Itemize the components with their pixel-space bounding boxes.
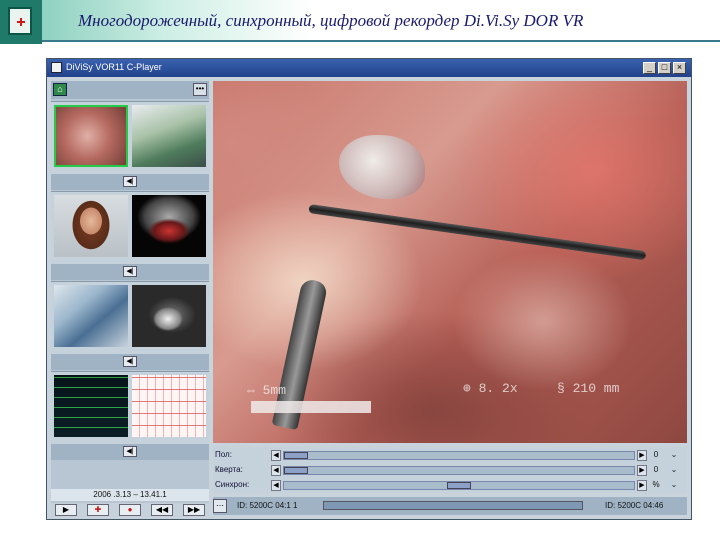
row-value: % bbox=[652, 480, 660, 489]
x-ray-thumbnail[interactable] bbox=[132, 285, 206, 347]
app-icon bbox=[51, 62, 62, 73]
timeline-row-3: Синхрон: ◀ ▶ % ⌄ bbox=[213, 479, 687, 492]
red-cross-icon bbox=[17, 18, 25, 26]
audio-speaker-icon[interactable]: ◀| bbox=[123, 356, 137, 367]
row-value: 0 bbox=[653, 450, 659, 459]
audio-speaker-icon[interactable]: ◀| bbox=[123, 176, 137, 187]
timeline-track[interactable] bbox=[283, 466, 635, 475]
close-button[interactable]: × bbox=[673, 62, 686, 74]
thumbnail-panel: ⌂ ••• ◀| ◀| ◀| ◀| 2006 .3.13 – 13.41.1 ▶… bbox=[51, 81, 209, 517]
focal-overlay: § 210 mm bbox=[557, 381, 620, 396]
group-controls: ◀| bbox=[51, 444, 209, 460]
ultrasound-thumbnail[interactable] bbox=[132, 195, 206, 257]
right-arrow-icon[interactable]: ▶ bbox=[637, 450, 647, 461]
ecg-chart-thumbnail[interactable] bbox=[132, 375, 206, 437]
operating-room-thumbnail[interactable] bbox=[132, 105, 206, 167]
status-bar: ⋯ ID: 5200C 04:1 1 ID: 5200C 04:46 bbox=[213, 497, 687, 515]
slide-title: Многодорожечный, синхронный, цифровой ре… bbox=[78, 11, 584, 30]
playback-toolbar: ▶ ✚ ● ◀◀ ▶▶ bbox=[51, 503, 209, 517]
row-value: 0 bbox=[653, 465, 659, 474]
left-arrow-icon[interactable]: ◀ bbox=[271, 465, 281, 476]
main-video-view[interactable]: ⇔ 5mm ⊕ 8. 2x § 210 mm bbox=[213, 81, 687, 443]
timeline-controls: Пол: ◀ ▶ 0 ⌄ Кверта: ◀ ▶ 0 ⌄ Синхрон: ◀ … bbox=[213, 447, 687, 493]
add-marker-button[interactable]: ✚ bbox=[87, 504, 109, 516]
track-thumb[interactable] bbox=[284, 467, 308, 474]
presenter-portrait-thumbnail[interactable] bbox=[54, 195, 128, 257]
timeline-track[interactable] bbox=[283, 451, 635, 460]
surgical-probe bbox=[308, 204, 647, 261]
group-controls: ◀| bbox=[51, 354, 209, 370]
header-divider bbox=[42, 40, 720, 42]
more-options-icon[interactable]: ••• bbox=[193, 83, 207, 96]
home-icon[interactable]: ⌂ bbox=[53, 83, 67, 96]
left-arrow-icon[interactable]: ◀ bbox=[271, 480, 281, 491]
distance-overlay: ⇔ 5mm bbox=[247, 383, 287, 398]
track-thumb[interactable] bbox=[284, 452, 308, 459]
left-arrow-icon[interactable]: ◀ bbox=[271, 450, 281, 461]
window-titlebar[interactable]: DiViSy VOR11 C-Player _ □ × bbox=[47, 59, 691, 77]
right-arrow-icon[interactable]: ▶ bbox=[637, 480, 647, 491]
chevron-down-icon[interactable]: ⌄ bbox=[667, 465, 681, 476]
timeline-row-2: Кверта: ◀ ▶ 0 ⌄ bbox=[213, 464, 687, 477]
group-controls: ◀| bbox=[51, 174, 209, 190]
zoom-overlay: ⊕ 8. 2x bbox=[463, 381, 518, 396]
camera-group-4: ◀| bbox=[51, 371, 209, 460]
player-window: DiViSy VOR11 C-Player _ □ × ⌂ ••• ◀| ◀| … bbox=[46, 58, 692, 520]
camera-group-3: ◀| bbox=[51, 281, 209, 370]
recording-timestamp: 2006 .3.13 – 13.41.1 bbox=[51, 489, 209, 501]
logo bbox=[0, 0, 42, 44]
fast-forward-button[interactable]: ▶▶ bbox=[183, 504, 205, 516]
play-button[interactable]: ▶ bbox=[55, 504, 77, 516]
window-title: DiViSy VOR11 C-Player bbox=[66, 62, 162, 72]
logo-frame bbox=[8, 7, 32, 35]
options-icon[interactable]: ⋯ bbox=[213, 499, 227, 513]
timeline-track[interactable] bbox=[283, 481, 635, 490]
patient-monitor-thumbnail[interactable] bbox=[54, 375, 128, 437]
camera-group-2: ◀| bbox=[51, 191, 209, 280]
right-arrow-icon[interactable]: ▶ bbox=[637, 465, 647, 476]
audio-speaker-icon[interactable]: ◀| bbox=[123, 266, 137, 277]
status-right: ID: 5200C 04:46 bbox=[605, 501, 664, 510]
maximize-button[interactable]: □ bbox=[658, 62, 671, 74]
chevron-down-icon[interactable]: ⌄ bbox=[667, 450, 681, 461]
row-label: Синхрон: bbox=[215, 480, 250, 489]
row-label: Пол: bbox=[215, 450, 232, 459]
group-controls: ◀| bbox=[51, 264, 209, 280]
panel-toolbar: ⌂ ••• bbox=[51, 81, 209, 99]
track-thumb[interactable] bbox=[447, 482, 471, 489]
minimize-button[interactable]: _ bbox=[643, 62, 656, 74]
timeline-row-1: Пол: ◀ ▶ 0 ⌄ bbox=[213, 449, 687, 462]
scale-bar bbox=[251, 401, 371, 413]
record-button[interactable]: ● bbox=[119, 504, 141, 516]
row-label: Кверта: bbox=[215, 465, 243, 474]
operating-room-staff-thumbnail[interactable] bbox=[54, 285, 128, 347]
camera-group-1: ◀| bbox=[51, 101, 209, 190]
tissue-fragment bbox=[339, 135, 425, 199]
status-progress-bar bbox=[323, 501, 583, 510]
surgery-close-up-thumbnail[interactable] bbox=[54, 105, 128, 167]
status-left: ID: 5200C 04:1 1 bbox=[237, 501, 298, 510]
chevron-down-icon[interactable]: ⌄ bbox=[667, 480, 681, 491]
rewind-button[interactable]: ◀◀ bbox=[151, 504, 173, 516]
audio-speaker-icon[interactable]: ◀| bbox=[123, 446, 137, 457]
